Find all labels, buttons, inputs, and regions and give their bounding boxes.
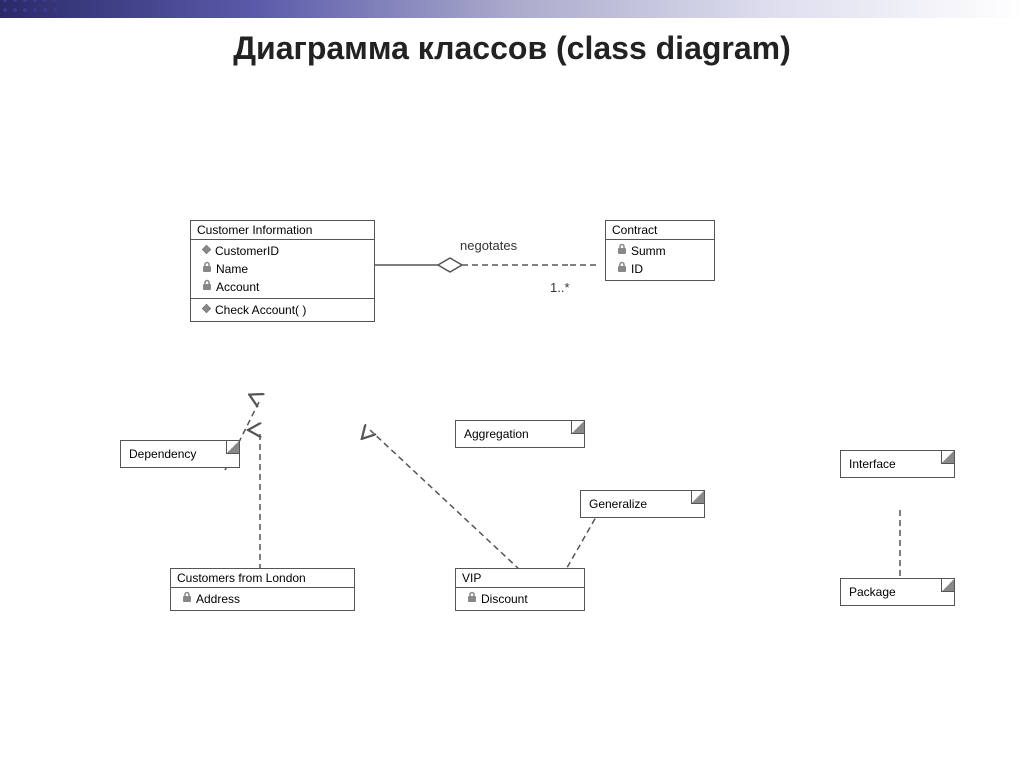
field-summ: Summ xyxy=(612,242,708,260)
interface-note: Interface xyxy=(840,450,955,478)
package-note: Package xyxy=(840,578,955,606)
field-customerid: CustomerID xyxy=(197,242,368,260)
negotates-label: negotates xyxy=(460,238,517,253)
connections-svg xyxy=(60,90,1004,748)
field-id: ID xyxy=(612,260,708,278)
diamond-icon-method xyxy=(201,302,212,318)
customer-information-footer: Check Account( ) xyxy=(191,298,374,321)
vip-class: VIP Discount xyxy=(455,568,585,611)
customer-information-body: CustomerID Name Account xyxy=(191,240,374,298)
contract-header: Contract xyxy=(606,221,714,240)
customers-london-header: Customers from London xyxy=(171,569,354,588)
vip-body: Discount xyxy=(456,588,584,610)
lock-icon-account xyxy=(201,279,213,295)
contract-body: Summ ID xyxy=(606,240,714,280)
vip-header: VIP xyxy=(456,569,584,588)
interface-label: Interface xyxy=(849,457,896,471)
package-label: Package xyxy=(849,585,896,599)
customer-information-class: Customer Information CustomerID Name xyxy=(190,220,375,322)
field-address: Address xyxy=(177,590,348,608)
method-checkaccount: Check Account( ) xyxy=(197,301,368,319)
field-discount: Discount xyxy=(462,590,578,608)
lock-icon-summ xyxy=(616,243,628,259)
aggregation-label: Aggregation xyxy=(464,427,529,441)
top-bar xyxy=(0,0,1024,18)
top-bar-dots xyxy=(0,0,60,18)
field-account: Account xyxy=(197,278,368,296)
aggregation-note: Aggregation xyxy=(455,420,585,448)
dependency-label: Dependency xyxy=(129,447,196,461)
page-title: Диаграмма классов (class diagram) xyxy=(0,30,1024,67)
lock-icon-name xyxy=(201,261,213,277)
customers-london-body: Address xyxy=(171,588,354,610)
generalize-note: Generalize xyxy=(580,490,705,518)
lock-icon-id xyxy=(616,261,628,277)
diamond-icon-customerid xyxy=(201,243,212,259)
customer-information-header: Customer Information xyxy=(191,221,374,240)
dependency-note: Dependency xyxy=(120,440,240,468)
multiplicity-label: 1..* xyxy=(550,280,570,295)
uml-diagram: Customer Information CustomerID Name xyxy=(60,90,1004,748)
contract-class: Contract Summ ID xyxy=(605,220,715,281)
field-name: Name xyxy=(197,260,368,278)
generalize-label: Generalize xyxy=(589,497,647,511)
lock-icon-discount xyxy=(466,591,478,607)
customers-london-class: Customers from London Address xyxy=(170,568,355,611)
lock-icon-address xyxy=(181,591,193,607)
